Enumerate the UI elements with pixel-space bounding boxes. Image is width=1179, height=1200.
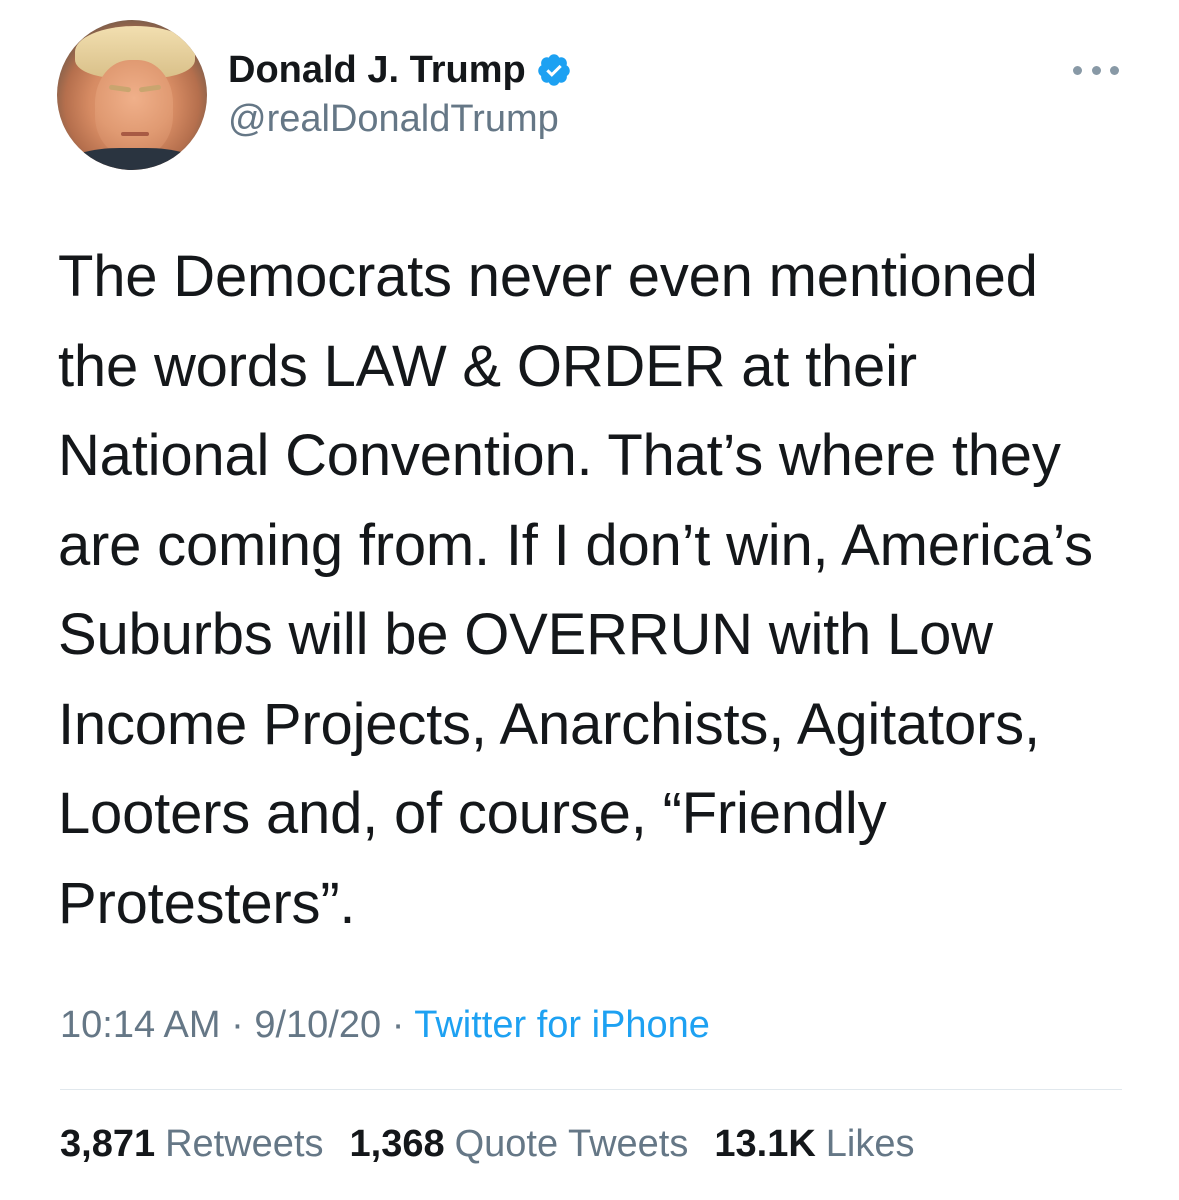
tweet-text-line: the words LAW & ORDER at their xyxy=(58,333,917,399)
quote-tweets-count: 1,368 xyxy=(349,1123,445,1165)
more-options-icon[interactable] xyxy=(1073,60,1119,80)
display-name[interactable]: Donald J. Trump xyxy=(228,49,526,92)
likes-count: 13.1K xyxy=(714,1123,816,1165)
tweet-text-line: Looters and, of course, “Friendly xyxy=(58,781,887,846)
retweets-stat[interactable]: 3,871 Retweets xyxy=(60,1123,324,1166)
divider xyxy=(60,1089,1122,1090)
meta-separator: · xyxy=(381,1004,415,1046)
quote-tweets-stat[interactable]: 1,368 Quote Tweets xyxy=(350,1123,689,1166)
meta-separator: · xyxy=(220,1004,255,1046)
retweets-count: 3,871 xyxy=(60,1123,156,1165)
tweet-date[interactable]: 9/10/20 xyxy=(254,1004,381,1046)
tweet-text-line: Protesters”. xyxy=(58,870,356,936)
engagement-stats: 3,871 Retweets 1,368 Quote Tweets 13.1K Lik… xyxy=(60,1123,915,1166)
user-handle[interactable]: @realDonaldTrump xyxy=(228,98,559,141)
tweet-metadata: 10:14 AM · 9/10/20 · Twitter for iPhone xyxy=(60,1004,710,1047)
likes-label: Likes xyxy=(825,1123,915,1165)
tweet-text-line: Suburbs will be OVERRUN with Low xyxy=(58,602,993,667)
tweet-source-link[interactable]: Twitter for iPhone xyxy=(414,1004,710,1046)
quote-tweets-label: Quote Tweets xyxy=(454,1123,689,1165)
tweet-card: Donald J. Trump @realDonaldTrump The Dem… xyxy=(0,0,1179,1200)
likes-stat[interactable]: 13.1K Likes xyxy=(714,1123,914,1166)
retweets-label: Retweets xyxy=(165,1123,324,1165)
author-name-row[interactable]: Donald J. Trump xyxy=(228,46,572,94)
tweet-text-line: are coming from. If I don’t win, America… xyxy=(58,512,1093,578)
tweet-text-line: The Democrats never even mentioned xyxy=(58,244,1038,309)
tweet-text: The Democrats never even mentioned the w… xyxy=(58,232,1158,948)
tweet-text-line: Income Projects, Anarchists, Agitators, xyxy=(58,691,1040,757)
tweet-text-line: National Convention. That’s where they xyxy=(58,423,1061,488)
verified-badge-icon xyxy=(537,54,570,86)
avatar[interactable] xyxy=(57,20,207,170)
tweet-time[interactable]: 10:14 AM xyxy=(60,1004,221,1046)
